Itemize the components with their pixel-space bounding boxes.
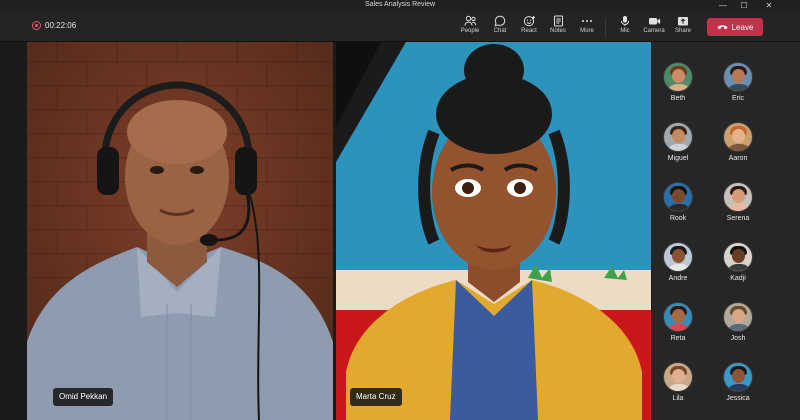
teams-meeting-window: Sales Analysis Review — ☐ ✕ 00:22:06 Peo… (0, 0, 800, 420)
close-button[interactable]: ✕ (758, 0, 780, 12)
roster-person-andre[interactable]: Andre (655, 242, 701, 292)
avatar (723, 242, 753, 272)
roster-name: Miguel (667, 155, 689, 162)
people-icon (464, 15, 476, 26)
roster-person-beth[interactable]: Beth (655, 62, 701, 112)
avatar (663, 182, 693, 212)
roster-name: Beth (670, 95, 686, 102)
roster-name: Serena (726, 215, 750, 222)
react-label: React (521, 28, 537, 34)
leave-button[interactable]: Leave (707, 18, 763, 36)
notes-button[interactable]: Notes (545, 15, 571, 41)
notes-icon (553, 15, 563, 27)
roster-person-aaron[interactable]: Aaron (715, 122, 761, 172)
meeting-stage: Omid Pekkan Marta Cruz Beth Eric Miguel … (0, 42, 800, 420)
roster-name: Eric (731, 95, 745, 102)
notes-label: Notes (550, 28, 566, 34)
roster-name: Aaron (728, 155, 748, 162)
mic-label: Mic (620, 28, 630, 34)
chat-icon (494, 15, 506, 27)
roster-person-eric[interactable]: Eric (715, 62, 761, 112)
participant-name-tag: Marta Cruz (350, 388, 402, 406)
chat-button[interactable]: Chat (487, 15, 513, 41)
mic-button[interactable]: Mic (612, 15, 638, 41)
react-button[interactable]: React (516, 15, 542, 41)
window-title: Sales Analysis Review (364, 1, 436, 8)
people-label: People (460, 28, 480, 34)
roster-name: Jessica (726, 395, 750, 402)
roster-person-rook[interactable]: Rook (655, 182, 701, 232)
toolbar-divider (605, 18, 606, 38)
people-button[interactable]: People (457, 15, 483, 41)
react-icon (523, 16, 535, 27)
recording-icon (32, 21, 41, 30)
avatar (723, 122, 753, 152)
roster-person-reta[interactable]: Reta (655, 302, 701, 352)
roster-person-jessica[interactable]: Jessica (715, 362, 761, 412)
avatar (723, 62, 753, 92)
avatar (723, 182, 753, 212)
maximize-button[interactable]: ☐ (733, 0, 755, 12)
roster-person-miguel[interactable]: Miguel (655, 122, 701, 172)
minimize-button[interactable]: — (712, 0, 734, 12)
video-tile-marta[interactable]: Marta Cruz (336, 42, 651, 420)
leave-label: Leave (731, 22, 754, 32)
meeting-toolbar: 00:22:06 People Chat React Notes More Mi… (0, 12, 800, 42)
share-label: Share (674, 28, 691, 34)
title-bar: Sales Analysis Review — ☐ ✕ (0, 0, 800, 12)
more-label: More (580, 28, 594, 34)
share-icon (678, 17, 688, 26)
roster-person-kadji[interactable]: Kadji (715, 242, 761, 292)
more-icon (582, 20, 592, 22)
avatar (663, 122, 693, 152)
roster-person-serena[interactable]: Serena (715, 182, 761, 232)
roster-name: Andre (668, 275, 688, 282)
share-button[interactable]: Share (670, 15, 696, 41)
participant-video (27, 42, 333, 420)
camera-button[interactable]: Camera (641, 15, 667, 41)
roster-name: Kadji (730, 275, 746, 282)
avatar (723, 362, 753, 392)
mic-icon (621, 16, 629, 26)
meeting-timer-text: 00:22:06 (45, 21, 77, 30)
avatar (663, 302, 693, 332)
camera-label: Camera (643, 28, 665, 34)
meeting-timer: 00:22:06 (32, 21, 76, 30)
phone-hangup-icon (717, 25, 728, 30)
more-button[interactable]: More (574, 15, 600, 41)
avatar (663, 62, 693, 92)
participant-roster: Beth Eric Miguel Aaron Rook Serena Andre… (652, 42, 800, 420)
camera-icon (648, 18, 660, 25)
roster-person-lila[interactable]: Lila (655, 362, 701, 412)
roster-name: Josh (730, 335, 746, 342)
participant-name-tag: Omid Pekkan (53, 388, 114, 406)
roster-person-josh[interactable]: Josh (715, 302, 761, 352)
avatar-video (336, 42, 651, 420)
roster-name: Lila (672, 395, 684, 402)
avatar (663, 362, 693, 392)
roster-name: Rook (669, 215, 687, 222)
video-tile-omid[interactable]: Omid Pekkan (27, 42, 333, 420)
roster-name: Reta (670, 335, 686, 342)
avatar (723, 302, 753, 332)
avatar (663, 242, 693, 272)
chat-label: Chat (493, 28, 507, 34)
